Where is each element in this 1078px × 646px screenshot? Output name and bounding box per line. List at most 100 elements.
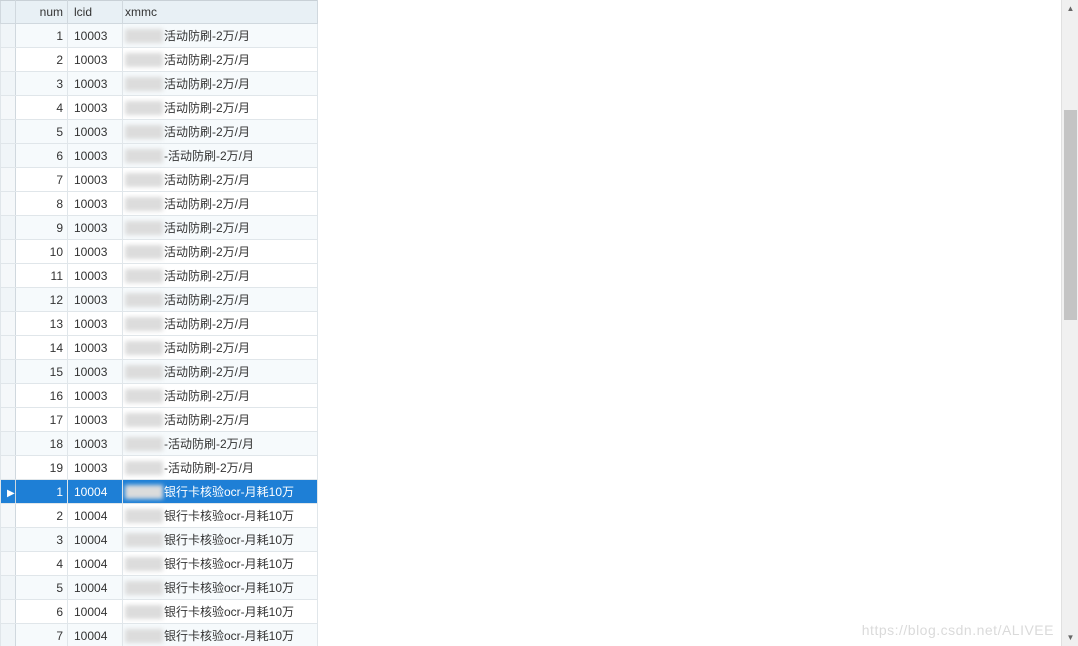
cell-lcid[interactable]: 10003 bbox=[68, 96, 123, 120]
table-row[interactable]: 1210003活动防刷-2万/月 bbox=[1, 288, 318, 312]
cell-xmmc[interactable]: 活动防刷-2万/月 bbox=[123, 240, 318, 264]
cell-xmmc[interactable]: 活动防刷-2万/月 bbox=[123, 120, 318, 144]
cell-num[interactable]: 7 bbox=[16, 168, 68, 192]
row-indicator[interactable] bbox=[1, 624, 16, 646]
cell-num[interactable]: 1 bbox=[16, 480, 68, 504]
cell-num[interactable]: 4 bbox=[16, 96, 68, 120]
cell-num[interactable]: 9 bbox=[16, 216, 68, 240]
row-indicator[interactable] bbox=[1, 264, 16, 288]
table-row[interactable]: 710003活动防刷-2万/月 bbox=[1, 168, 318, 192]
row-indicator[interactable] bbox=[1, 432, 16, 456]
table-row[interactable]: 1310003活动防刷-2万/月 bbox=[1, 312, 318, 336]
row-indicator[interactable] bbox=[1, 96, 16, 120]
table-row[interactable]: 910003活动防刷-2万/月 bbox=[1, 216, 318, 240]
row-indicator[interactable] bbox=[1, 456, 16, 480]
row-indicator[interactable] bbox=[1, 144, 16, 168]
table-row[interactable]: 610004银行卡核验ocr-月耗10万 bbox=[1, 600, 318, 624]
cell-num[interactable]: 2 bbox=[16, 48, 68, 72]
row-indicator[interactable] bbox=[1, 240, 16, 264]
cell-num[interactable]: 12 bbox=[16, 288, 68, 312]
data-grid[interactable]: num lcid xmmc 110003活动防刷-2万/月210003活动防刷-… bbox=[0, 0, 1060, 646]
cell-lcid[interactable]: 10003 bbox=[68, 216, 123, 240]
cell-lcid[interactable]: 10003 bbox=[68, 264, 123, 288]
table-row[interactable]: 410003活动防刷-2万/月 bbox=[1, 96, 318, 120]
cell-num[interactable]: 5 bbox=[16, 120, 68, 144]
cell-num[interactable]: 6 bbox=[16, 600, 68, 624]
cell-lcid[interactable]: 10003 bbox=[68, 384, 123, 408]
scroll-up-arrow-icon[interactable]: ▲ bbox=[1062, 0, 1078, 17]
cell-xmmc[interactable]: 活动防刷-2万/月 bbox=[123, 168, 318, 192]
cell-xmmc[interactable]: -活动防刷-2万/月 bbox=[123, 144, 318, 168]
cell-xmmc[interactable]: -活动防刷-2万/月 bbox=[123, 456, 318, 480]
row-indicator[interactable] bbox=[1, 504, 16, 528]
cell-num[interactable]: 13 bbox=[16, 312, 68, 336]
column-header-lcid[interactable]: lcid bbox=[68, 1, 123, 24]
table-row[interactable]: 1110003活动防刷-2万/月 bbox=[1, 264, 318, 288]
cell-lcid[interactable]: 10003 bbox=[68, 288, 123, 312]
cell-lcid[interactable]: 10004 bbox=[68, 576, 123, 600]
cell-xmmc[interactable]: 活动防刷-2万/月 bbox=[123, 312, 318, 336]
row-indicator[interactable] bbox=[1, 408, 16, 432]
row-indicator[interactable] bbox=[1, 72, 16, 96]
table-row[interactable]: 1610003活动防刷-2万/月 bbox=[1, 384, 318, 408]
cell-num[interactable]: 3 bbox=[16, 528, 68, 552]
table-row[interactable]: 1710003活动防刷-2万/月 bbox=[1, 408, 318, 432]
cell-num[interactable]: 2 bbox=[16, 504, 68, 528]
table-row[interactable]: 310003活动防刷-2万/月 bbox=[1, 72, 318, 96]
cell-lcid[interactable]: 10003 bbox=[68, 120, 123, 144]
cell-num[interactable]: 7 bbox=[16, 624, 68, 646]
cell-xmmc[interactable]: 活动防刷-2万/月 bbox=[123, 72, 318, 96]
cell-xmmc[interactable]: 银行卡核验ocr-月耗10万 bbox=[123, 576, 318, 600]
cell-xmmc[interactable]: 活动防刷-2万/月 bbox=[123, 216, 318, 240]
row-indicator[interactable] bbox=[1, 552, 16, 576]
cell-xmmc[interactable]: 活动防刷-2万/月 bbox=[123, 24, 318, 48]
cell-lcid[interactable]: 10003 bbox=[68, 72, 123, 96]
cell-lcid[interactable]: 10004 bbox=[68, 480, 123, 504]
cell-xmmc[interactable]: 银行卡核验ocr-月耗10万 bbox=[123, 504, 318, 528]
cell-lcid[interactable]: 10003 bbox=[68, 48, 123, 72]
table-row[interactable]: 210004银行卡核验ocr-月耗10万 bbox=[1, 504, 318, 528]
row-indicator[interactable] bbox=[1, 216, 16, 240]
cell-xmmc[interactable]: 银行卡核验ocr-月耗10万 bbox=[123, 600, 318, 624]
vertical-scrollbar[interactable]: ▲ ▼ bbox=[1061, 0, 1078, 646]
cell-lcid[interactable]: 10003 bbox=[68, 432, 123, 456]
cell-lcid[interactable]: 10004 bbox=[68, 504, 123, 528]
cell-lcid[interactable]: 10004 bbox=[68, 528, 123, 552]
cell-xmmc[interactable]: 银行卡核验ocr-月耗10万 bbox=[123, 528, 318, 552]
cell-xmmc[interactable]: 活动防刷-2万/月 bbox=[123, 384, 318, 408]
cell-xmmc[interactable]: 活动防刷-2万/月 bbox=[123, 192, 318, 216]
cell-num[interactable]: 11 bbox=[16, 264, 68, 288]
cell-num[interactable]: 19 bbox=[16, 456, 68, 480]
cell-xmmc[interactable]: 活动防刷-2万/月 bbox=[123, 408, 318, 432]
scrollbar-thumb[interactable] bbox=[1064, 110, 1077, 320]
table-row[interactable]: 1410003活动防刷-2万/月 bbox=[1, 336, 318, 360]
cell-num[interactable]: 5 bbox=[16, 576, 68, 600]
table-row[interactable]: 1810003-活动防刷-2万/月 bbox=[1, 432, 318, 456]
table-row[interactable]: 1910003-活动防刷-2万/月 bbox=[1, 456, 318, 480]
row-indicator[interactable] bbox=[1, 120, 16, 144]
cell-xmmc[interactable]: 活动防刷-2万/月 bbox=[123, 264, 318, 288]
cell-lcid[interactable]: 10003 bbox=[68, 360, 123, 384]
cell-lcid[interactable]: 10003 bbox=[68, 168, 123, 192]
row-indicator[interactable] bbox=[1, 528, 16, 552]
cell-lcid[interactable]: 10003 bbox=[68, 408, 123, 432]
column-header-xmmc[interactable]: xmmc bbox=[123, 1, 318, 24]
row-indicator[interactable] bbox=[1, 384, 16, 408]
cell-xmmc[interactable]: 活动防刷-2万/月 bbox=[123, 288, 318, 312]
row-indicator[interactable] bbox=[1, 576, 16, 600]
cell-num[interactable]: 16 bbox=[16, 384, 68, 408]
row-indicator[interactable]: ▶ bbox=[1, 480, 16, 504]
cell-lcid[interactable]: 10003 bbox=[68, 192, 123, 216]
row-indicator[interactable] bbox=[1, 336, 16, 360]
cell-lcid[interactable]: 10004 bbox=[68, 552, 123, 576]
table-row[interactable]: 1510003活动防刷-2万/月 bbox=[1, 360, 318, 384]
cell-lcid[interactable]: 10003 bbox=[68, 456, 123, 480]
cell-lcid[interactable]: 10003 bbox=[68, 336, 123, 360]
cell-xmmc[interactable]: 活动防刷-2万/月 bbox=[123, 336, 318, 360]
row-indicator[interactable] bbox=[1, 312, 16, 336]
table-row[interactable]: 110003活动防刷-2万/月 bbox=[1, 24, 318, 48]
row-indicator[interactable] bbox=[1, 360, 16, 384]
table-row[interactable]: 310004银行卡核验ocr-月耗10万 bbox=[1, 528, 318, 552]
cell-num[interactable]: 15 bbox=[16, 360, 68, 384]
cell-num[interactable]: 6 bbox=[16, 144, 68, 168]
